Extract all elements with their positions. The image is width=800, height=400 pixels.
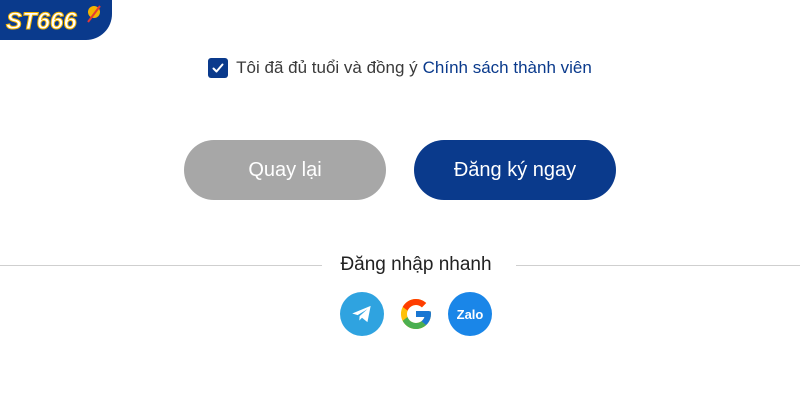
logo-text: ST666 (6, 8, 77, 35)
register-footer: ST666 Tôi đã đủ tuổi và đồng ý Chính sác… (0, 0, 800, 400)
google-login-button[interactable] (394, 292, 438, 336)
membership-policy-link[interactable]: Chính sách thành viên (423, 58, 592, 78)
register-now-button[interactable]: Đăng ký ngay (414, 140, 616, 200)
zalo-icon: Zalo (456, 306, 484, 322)
check-icon (212, 63, 224, 73)
quick-login-providers: Zalo (0, 292, 800, 336)
action-buttons: Quay lại Đăng ký ngay (0, 140, 800, 200)
agreement-text: Tôi đã đủ tuổi và đồng ý (236, 58, 418, 77)
agreement-row: Tôi đã đủ tuổi và đồng ý Chính sách thàn… (0, 58, 800, 78)
st666-logo-icon: ST666 (6, 5, 101, 36)
quick-login-divider: Đăng nhập nhanh (0, 252, 800, 280)
google-icon (401, 299, 431, 329)
telegram-login-button[interactable] (340, 292, 384, 336)
back-button[interactable]: Quay lại (184, 140, 386, 200)
divider-line-right (516, 265, 800, 266)
telegram-icon (352, 305, 371, 323)
site-logo[interactable]: ST666 (0, 0, 112, 40)
zalo-login-button[interactable]: Zalo (448, 292, 492, 336)
agreement-checkbox[interactable] (208, 58, 229, 78)
